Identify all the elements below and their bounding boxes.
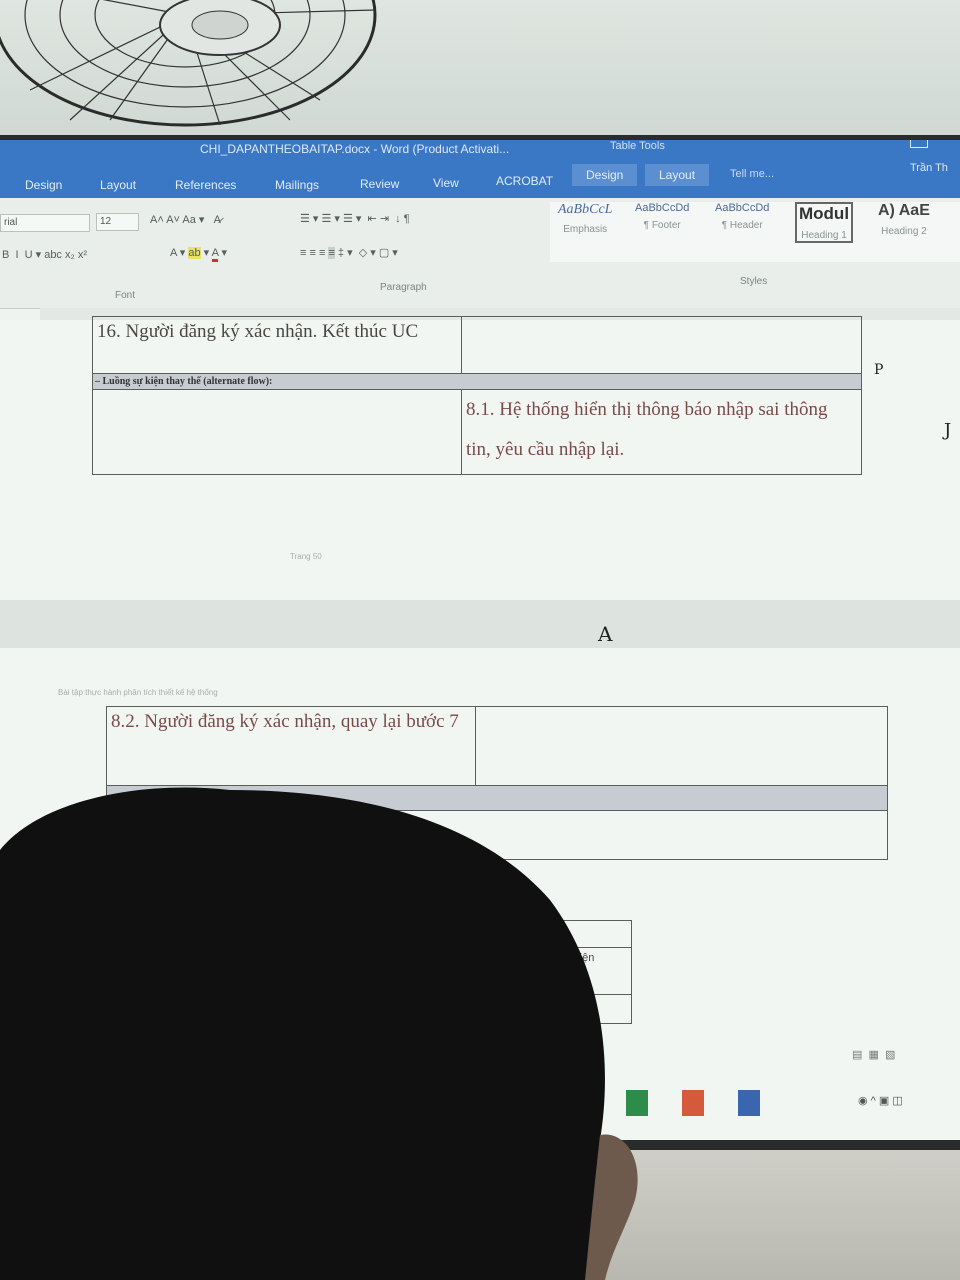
tab-table-layout[interactable]: Layout [645, 164, 710, 186]
table-cell[interactable] [560, 994, 632, 1024]
tab-mailings[interactable]: Mailings [275, 172, 319, 198]
bold-icon[interactable]: B I U ▾ abc x₂ x² [2, 248, 87, 261]
page-number: Trang 50 [290, 552, 322, 561]
document-page-1: 16. Người đăng ký xác nhận. Kết thúc UC … [0, 316, 960, 600]
style-footer[interactable]: AaBbCcDd ¶ Footer [635, 202, 689, 231]
page-header-text: Bài tập thực hành phân tích thiết kế hệ … [58, 688, 218, 697]
document-page-2: Bài tập thực hành phân tích thiết kế hệ … [0, 648, 960, 1140]
acrobat-icon[interactable] [682, 1090, 704, 1116]
use-case-table-1: 16. Người đăng ký xác nhận. Kết thúc UC … [92, 316, 862, 475]
tell-me-box[interactable]: Tell me... [730, 168, 774, 180]
group-font-label: Font [115, 290, 136, 301]
style-header[interactable]: AaBbCcDd ¶ Header [715, 202, 769, 231]
table-cell[interactable] [475, 706, 888, 786]
table-cell[interactable] [106, 810, 888, 860]
restore-icon[interactable] [910, 140, 928, 148]
alternate-flow-header[interactable]: – Luồng sự kiện thay thế (alternate flow… [92, 373, 862, 390]
excel-icon[interactable] [626, 1090, 648, 1116]
grow-font-icon[interactable]: A˄ A˅ Aa ▾ A̷ [150, 213, 221, 226]
align-icon[interactable]: ≡ ≡ ≡ ≡ ‡ ▾ ◇ ▾ ▢ ▾ [300, 246, 398, 259]
tab-design[interactable]: Design [25, 172, 62, 198]
annotation-mark: J [944, 420, 952, 441]
context-tab-label: Table Tools [610, 140, 665, 152]
tab-layout[interactable]: Layout [100, 172, 136, 198]
group-styles-label: Styles [740, 276, 768, 287]
tab-acrobat[interactable]: ACROBAT [496, 168, 553, 194]
font-size-box[interactable]: 12 [96, 213, 139, 231]
table-cell[interactable]: 16. Người đăng ký xác nhận. Kết thúc UC [92, 316, 462, 374]
page-separator [0, 600, 960, 648]
table-cell[interactable]: 8.2. Người đăng ký xác nhận, quay lại bư… [106, 706, 476, 786]
table-header-row[interactable] [106, 785, 888, 811]
style-emphasis[interactable]: AaBbCcL Emphasis [558, 202, 612, 235]
style-heading1[interactable]: Modul Heading 1 [795, 202, 854, 243]
table-cell[interactable] [92, 389, 462, 475]
view-mode-icons[interactable]: ▤ ▦ ▧ [852, 1048, 895, 1061]
tab-view[interactable]: View [433, 170, 459, 196]
text-effects-icon[interactable]: A ▾ ab ▾ A ▾ [170, 246, 227, 262]
wall-background [0, 1150, 960, 1280]
projected-screen: CHI_DAPANTHEOBAITAP.docx - Word (Product… [0, 140, 960, 1140]
use-case-table-2: 8.2. Người đăng ký xác nhận, quay lại bư… [106, 706, 888, 860]
small-table: n kiện [560, 920, 632, 1024]
table-cell[interactable]: n kiện [560, 947, 632, 995]
tab-references[interactable]: References [175, 172, 236, 198]
bullets-icon[interactable]: ☰ ▾ ☰ ▾ ☰ ▾ ⇤ ⇥ ↓ ¶ [300, 212, 410, 225]
table-cell[interactable] [461, 316, 862, 374]
title-bar: CHI_DAPANTHEOBAITAP.docx - Word (Product… [0, 140, 960, 200]
tab-table-design[interactable]: Design [572, 164, 638, 186]
styles-gallery: AaBbCcL Emphasis AaBbCcDd ¶ Footer AaBbC… [550, 202, 960, 262]
tab-review[interactable]: Review [360, 171, 399, 197]
word-icon[interactable] [738, 1090, 760, 1116]
font-name-box[interactable]: rial [0, 214, 90, 232]
ribbon: rial 12 A˄ A˅ Aa ▾ A̷ ☰ ▾ ☰ ▾ ☰ ▾ ⇤ ⇥ ↓ … [0, 198, 960, 309]
style-heading2[interactable]: A) AaE Heading 2 [878, 202, 930, 237]
group-paragraph-label: Paragraph [380, 282, 427, 293]
window-title: CHI_DAPANTHEOBAITAP.docx - Word (Product… [200, 142, 510, 156]
system-tray-icons[interactable]: ◉ ^ ▣ ◫ [858, 1094, 903, 1107]
annotation-mark: A [598, 622, 613, 646]
user-name[interactable]: Trần Th [910, 162, 948, 174]
annotation-mark: P [874, 362, 884, 378]
table-cell[interactable] [560, 920, 632, 948]
table-cell[interactable]: 8.1. Hệ thống hiển thị thông báo nhập sa… [461, 389, 862, 475]
ceiling-fan [0, 0, 377, 127]
